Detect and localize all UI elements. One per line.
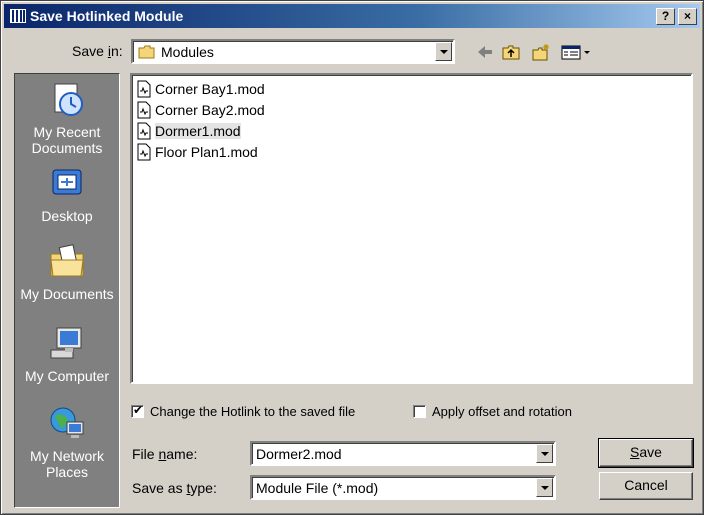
checkbox-checked[interactable] [131, 403, 144, 418]
mod-file-icon [137, 122, 151, 140]
change-hotlink-label: Change the Hotlink to the saved file [150, 404, 356, 419]
app-icon [10, 9, 26, 23]
checkbox-unchecked[interactable] [413, 405, 426, 418]
save-in-label-pre: Save [72, 43, 108, 59]
place-network-places[interactable]: My Network Places [15, 404, 119, 480]
close-icon: × [683, 9, 691, 23]
place-my-computer[interactable]: My Computer [15, 324, 119, 384]
file-name: Corner Bay2.mod [155, 102, 265, 118]
network-places-icon [50, 407, 84, 438]
view-menu-icon[interactable] [560, 43, 592, 61]
save-dialog: Save Hotlinked Module ? × Save in: Modul… [0, 0, 704, 515]
help-icon: ? [661, 9, 670, 23]
mod-file-icon [137, 143, 151, 161]
place-recent-documents[interactable]: My Recent Documents [15, 80, 119, 156]
save-in-value: Modules [161, 44, 214, 60]
place-label: My Network Places [30, 448, 104, 480]
place-label: My Recent Documents [31, 124, 103, 156]
save-in-label-post: n: [110, 43, 123, 59]
place-my-documents[interactable]: My Documents [15, 242, 119, 302]
file-name-field[interactable]: Dormer2.mod [250, 441, 556, 466]
save-button[interactable]: Save [598, 438, 694, 468]
list-item[interactable]: Corner Bay2.mod [136, 100, 265, 120]
back-arrow-icon[interactable] [475, 43, 495, 61]
my-computer-icon [50, 327, 82, 359]
file-name-value[interactable]: Dormer2.mod [256, 446, 342, 462]
save-button-accel: S [630, 444, 640, 460]
save-as-type-value: Module File (*.mod) [256, 480, 379, 496]
change-hotlink-checkbox[interactable]: Change the Hotlink to the saved file [131, 403, 356, 419]
places-bar: My Recent Documents Desktop My Documents [14, 73, 120, 508]
new-folder-icon[interactable] [531, 43, 551, 61]
save-in-label: Save in: [72, 43, 123, 59]
save-as-type-dropdown[interactable]: Module File (*.mod) [250, 475, 556, 500]
cancel-button[interactable]: Cancel [599, 472, 693, 500]
apply-offset-label: Apply offset and rotation [432, 404, 572, 419]
file-name: Floor Plan1.mod [155, 144, 258, 160]
file-name-label-pre: File [132, 446, 159, 462]
file-name-dropdown-arrow[interactable] [536, 444, 553, 463]
file-name-label-post: ame: [166, 446, 198, 462]
place-label: My Documents [20, 286, 114, 302]
file-name: Dormer1.mod [155, 123, 241, 139]
list-item[interactable]: Floor Plan1.mod [136, 142, 258, 162]
file-list[interactable]: Corner Bay1.mod Corner Bay2.mod Dormer1.… [130, 73, 693, 384]
up-folder-icon[interactable] [501, 43, 521, 61]
file-name-label: File name: [132, 446, 197, 462]
save-button-label: ave [639, 444, 662, 460]
file-name: Corner Bay1.mod [155, 81, 265, 97]
help-button[interactable]: ? [656, 8, 675, 25]
list-item-selected[interactable]: Dormer1.mod [136, 121, 241, 141]
mod-file-icon [137, 101, 151, 119]
mod-file-icon [137, 80, 151, 98]
save-as-type-dropdown-arrow[interactable] [536, 478, 553, 497]
apply-offset-checkbox[interactable]: Apply offset and rotation [413, 404, 572, 419]
recent-documents-icon [54, 83, 83, 116]
place-label: Desktop [41, 208, 93, 224]
save-as-type-label-pre: Save as [132, 480, 187, 496]
save-in-dropdown[interactable]: Modules [131, 39, 455, 64]
list-item[interactable]: Corner Bay1.mod [136, 79, 265, 99]
place-desktop[interactable]: Desktop [15, 164, 119, 224]
desktop-icon [52, 169, 82, 195]
close-button[interactable]: × [678, 8, 697, 25]
place-label: My Computer [24, 368, 110, 384]
folder-icon [138, 45, 155, 59]
cancel-button-label: Cancel [624, 477, 668, 493]
save-as-type-label: Save as type: [132, 480, 217, 496]
title-bar[interactable]: Save Hotlinked Module ? × [4, 4, 700, 28]
my-documents-icon [50, 244, 84, 277]
window-title: Save Hotlinked Module [30, 8, 184, 24]
save-in-dropdown-arrow[interactable] [435, 42, 452, 61]
save-as-type-label-post: ype: [190, 480, 217, 496]
